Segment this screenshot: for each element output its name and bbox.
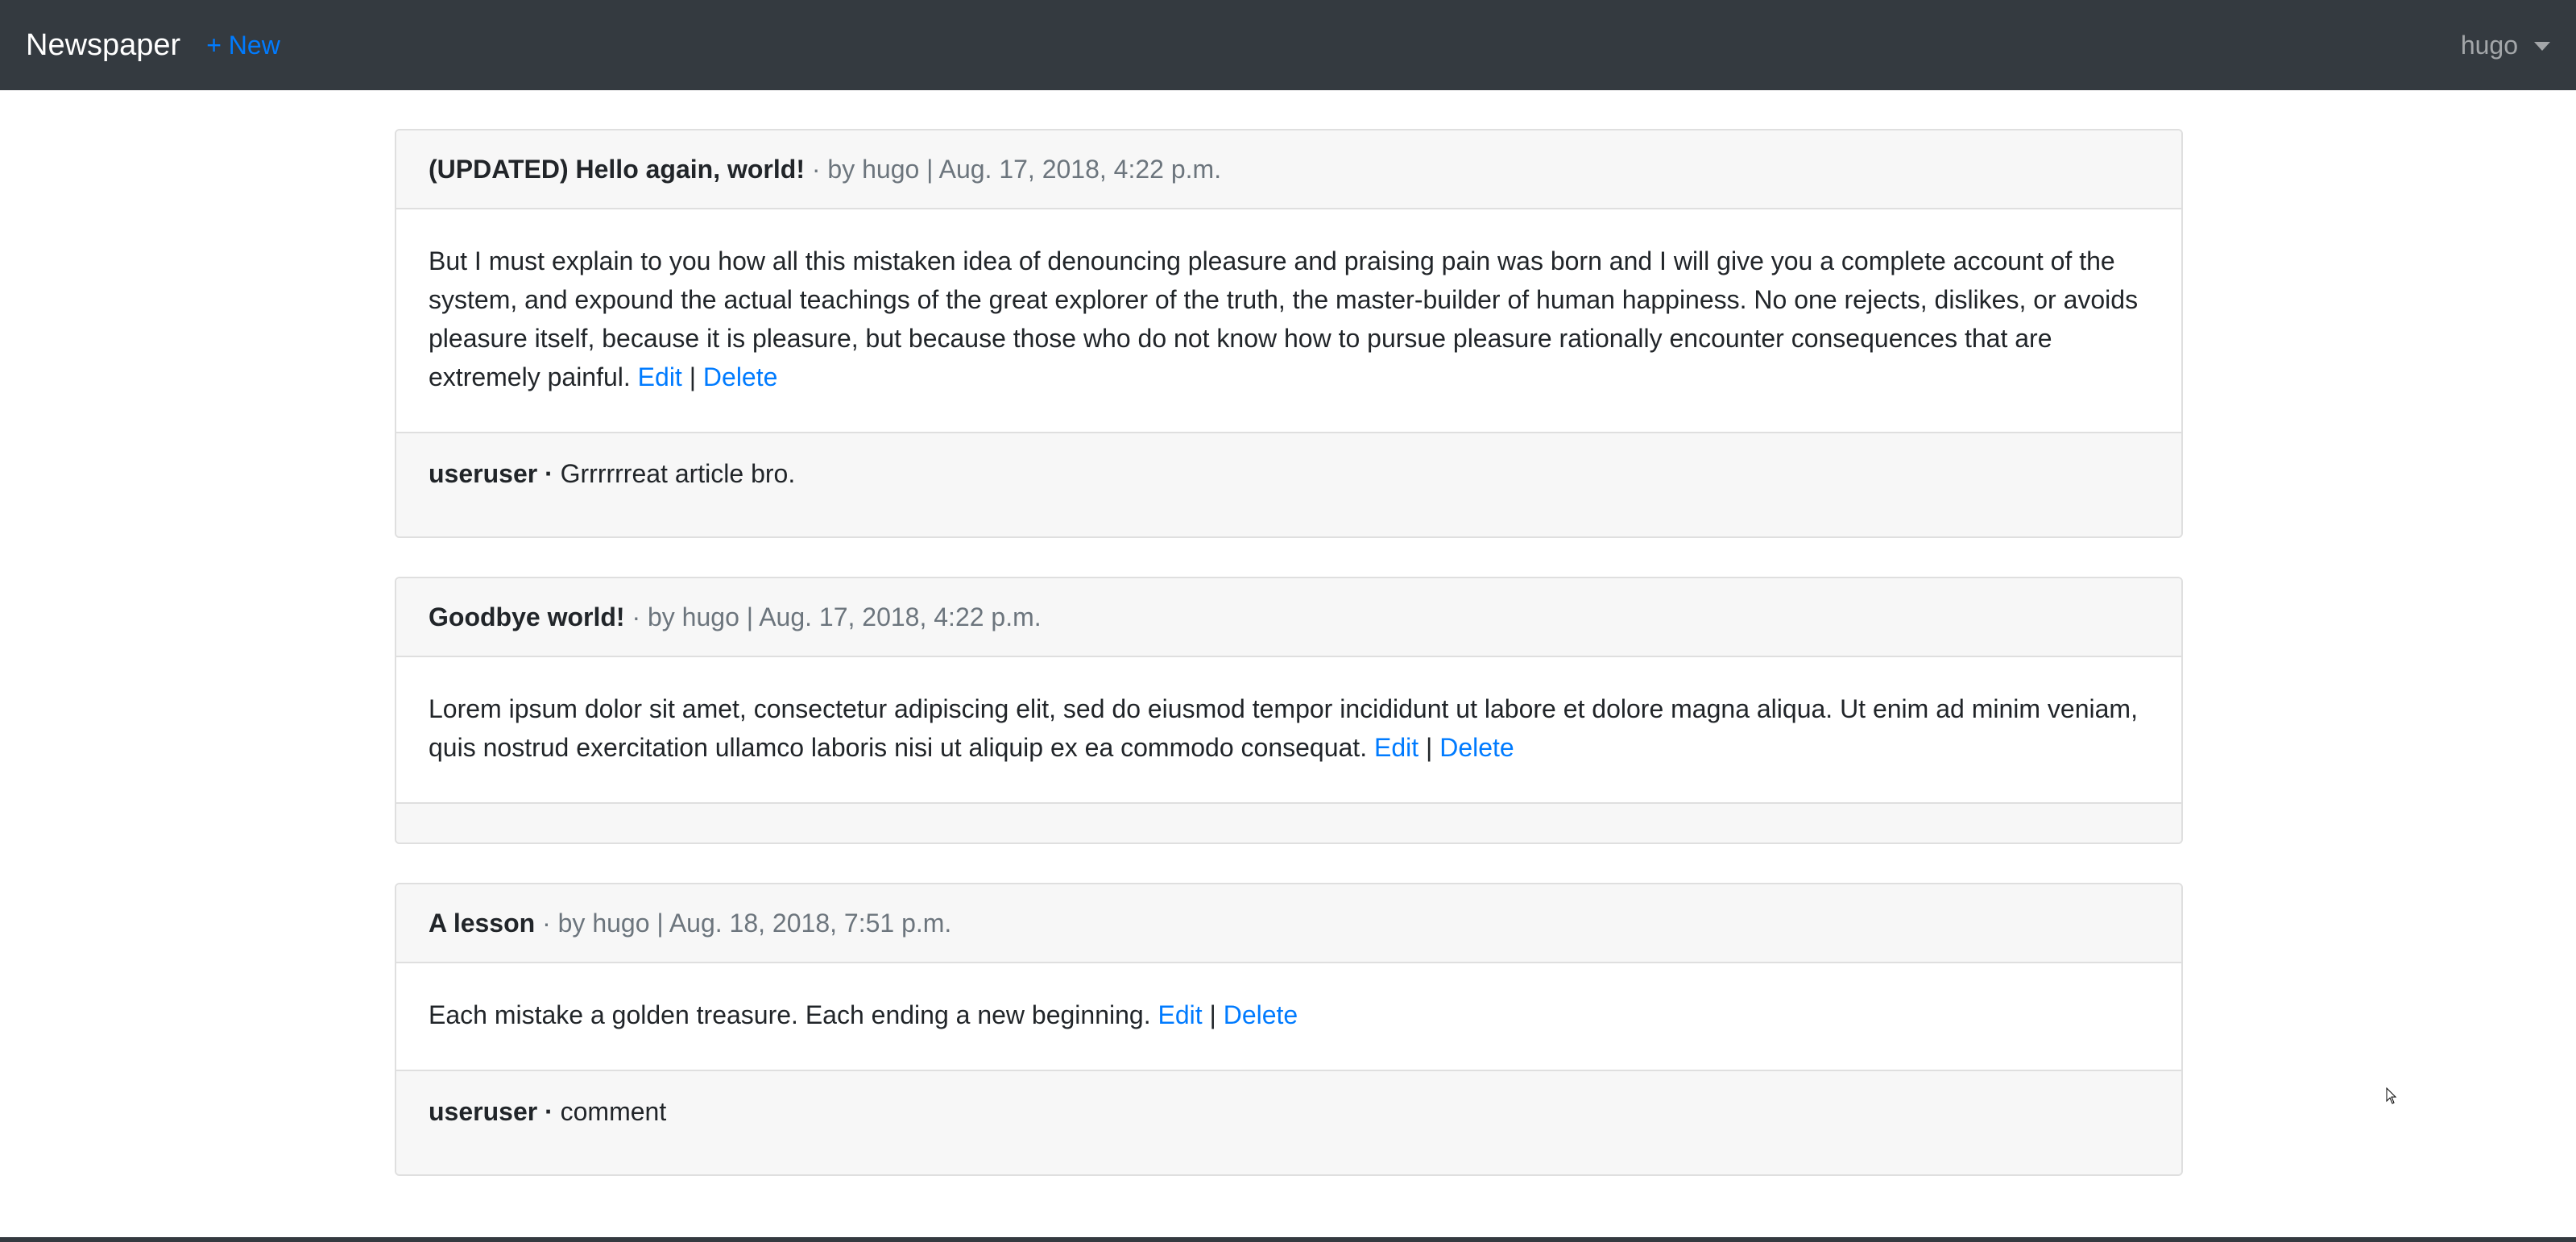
- article-list: (UPDATED) Hello again, world! · by hugo …: [395, 129, 2183, 1215]
- article-title: (UPDATED) Hello again, world!: [429, 154, 805, 184]
- comments-section: useruser · comment: [396, 1070, 2181, 1174]
- mouse-cursor-icon: [2386, 1087, 2397, 1104]
- article-body: Each mistake a golden treasure. Each end…: [396, 963, 2181, 1070]
- article-title: A lesson: [429, 908, 536, 938]
- edit-link[interactable]: Edit: [638, 362, 682, 391]
- edit-link[interactable]: Edit: [1374, 733, 1418, 762]
- chevron-down-icon: [2534, 41, 2550, 51]
- link-separator: |: [689, 362, 697, 391]
- article-text: Lorem ipsum dolor sit amet, consectetur …: [429, 694, 2138, 762]
- top-navbar: Newspaper + New hugo: [0, 0, 2576, 90]
- article-card: (UPDATED) Hello again, world! · by hugo …: [395, 129, 2183, 538]
- article-card: Goodbye world! · by hugo | Aug. 17, 2018…: [395, 577, 2183, 844]
- delete-link[interactable]: Delete: [1224, 1000, 1298, 1029]
- bottom-edge: [0, 1237, 2576, 1242]
- article-title: Goodbye world!: [429, 602, 625, 631]
- article-text: Each mistake a golden treasure. Each end…: [429, 1000, 1151, 1029]
- edit-link[interactable]: Edit: [1158, 1000, 1202, 1029]
- article-meta: · by hugo | Aug. 17, 2018, 4:22 p.m.: [804, 154, 1222, 184]
- delete-link[interactable]: Delete: [703, 362, 778, 391]
- new-article-link[interactable]: + New: [206, 31, 280, 60]
- user-dropdown[interactable]: hugo: [2461, 31, 2550, 60]
- article-body: Lorem ipsum dolor sit amet, consectetur …: [396, 657, 2181, 802]
- article-header: Goodbye world! · by hugo | Aug. 17, 2018…: [396, 578, 2181, 657]
- article-header: (UPDATED) Hello again, world! · by hugo …: [396, 130, 2181, 209]
- article-body: But I must explain to you how all this m…: [396, 209, 2181, 432]
- comment-text: comment: [560, 1097, 667, 1126]
- article-card: A lesson · by hugo | Aug. 18, 2018, 7:51…: [395, 883, 2183, 1176]
- comment-author: useruser ·: [429, 459, 553, 488]
- brand-link[interactable]: Newspaper: [26, 28, 180, 63]
- article-meta: · by hugo | Aug. 18, 2018, 7:51 p.m.: [535, 908, 952, 938]
- comment-author: useruser ·: [429, 1097, 553, 1126]
- user-name: hugo: [2460, 30, 2518, 60]
- article-meta: · by hugo | Aug. 17, 2018, 4:22 p.m.: [624, 602, 1042, 631]
- link-separator: |: [1209, 1000, 1216, 1029]
- comments-section: useruser · Grrrrrreat article bro.: [396, 432, 2181, 536]
- comments-section: [396, 802, 2181, 842]
- link-separator: |: [1426, 733, 1433, 762]
- article-text: But I must explain to you how all this m…: [429, 246, 2139, 391]
- article-header: A lesson · by hugo | Aug. 18, 2018, 7:51…: [396, 884, 2181, 963]
- delete-link[interactable]: Delete: [1439, 733, 1514, 762]
- comment-text: Grrrrrreat article bro.: [560, 459, 796, 488]
